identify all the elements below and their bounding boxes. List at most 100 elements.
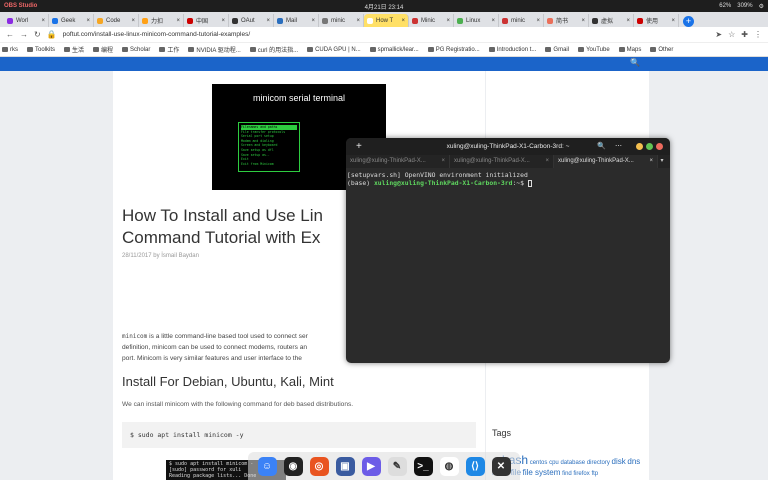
clock[interactable]: 4月21日 23:14 — [0, 2, 768, 11]
tab-close-icon[interactable]: × — [356, 18, 360, 24]
browser-tab[interactable]: Code × — [94, 14, 139, 27]
back-icon[interactable]: ← — [6, 30, 14, 39]
tab-close-icon[interactable]: × — [176, 18, 180, 24]
url-field[interactable]: poftut.com/install-use-linux-minicom-com… — [63, 31, 710, 38]
new-tab-icon[interactable]: + — [356, 138, 362, 155]
lock-icon[interactable]: 🔒 — [47, 30, 57, 39]
maximize-button[interactable] — [646, 143, 653, 150]
bookmark-item[interactable]: PG Registratio... — [427, 47, 480, 53]
tag-link[interactable]: dns — [627, 457, 640, 466]
browser-tab[interactable]: Linux × — [454, 14, 499, 27]
browser-tab[interactable]: 虚拟 × — [589, 14, 634, 27]
bookmark-item[interactable]: Maps — [618, 47, 641, 53]
bookmark-item[interactable]: curl 的用法指... — [249, 45, 298, 54]
tag-link[interactable]: find — [562, 471, 572, 477]
vm-icon[interactable]: ▣ — [335, 456, 355, 476]
tab-close-icon[interactable]: × — [86, 18, 90, 24]
network-indicator[interactable]: 309% — [737, 3, 752, 10]
tag-link[interactable]: file system — [523, 468, 561, 477]
settings-icon[interactable]: ⚙ — [759, 3, 764, 10]
browser-tab[interactable]: minic × — [319, 14, 364, 27]
share-icon[interactable]: ➤ — [715, 30, 722, 39]
minimize-button[interactable] — [636, 143, 643, 150]
browser-tab[interactable]: 简书 × — [544, 14, 589, 27]
bookmark-item[interactable]: 工作 — [159, 45, 179, 54]
bookmark-item[interactable]: CUDA GPU | N... — [307, 47, 361, 53]
bookmark-item[interactable]: spmallick/lear... — [369, 47, 419, 53]
search-icon[interactable]: 🔍 — [597, 138, 606, 155]
bookmark-item[interactable]: YouTube — [578, 47, 610, 53]
tag-link[interactable]: ftp — [591, 471, 598, 477]
browser-tab[interactable]: Mail × — [274, 14, 319, 27]
close-button[interactable] — [656, 143, 663, 150]
tab-close-icon[interactable]: × — [311, 18, 315, 24]
browser-tab-active[interactable]: How T × — [364, 14, 409, 27]
bookmark-item[interactable]: Toolkits — [27, 47, 55, 53]
bookmark-item[interactable]: Other — [650, 47, 673, 53]
app-grid-icon[interactable]: ✕ — [491, 456, 511, 476]
bookmark-item[interactable]: Gmail — [545, 47, 569, 53]
tab-close-icon[interactable]: × — [491, 18, 495, 24]
tab-close-icon[interactable]: × — [41, 18, 45, 24]
reload-icon[interactable]: ↻ — [34, 30, 41, 39]
tab-close-icon[interactable]: × — [266, 18, 270, 24]
browser-tab-strip: Worl × Geek × Code × 力扣 × 中国 × OAut × Mail × minic × How… — [0, 12, 768, 27]
tag-link[interactable]: directory — [587, 460, 610, 466]
terminal-tab[interactable]: xuling@xuling-ThinkPad-X... × — [346, 155, 450, 168]
tab-close-icon[interactable]: × — [626, 18, 630, 24]
video-icon[interactable]: ▶ — [361, 456, 381, 476]
tab-close-icon[interactable]: × — [401, 18, 405, 24]
ubuntu-icon[interactable]: ◎ — [309, 456, 329, 476]
terminal-output[interactable]: [setupvars.sh] OpenVINO environment init… — [346, 168, 670, 187]
terminal-titlebar[interactable]: + xuling@xuling-ThinkPad-X1-Carbon-3rd: … — [346, 138, 670, 155]
tag-link[interactable]: disk — [612, 457, 626, 466]
vscode-icon[interactable]: ⟨⟩ — [465, 456, 485, 476]
tab-close-icon[interactable]: × — [221, 18, 225, 24]
terminal-tab[interactable]: xuling@xuling-ThinkPad-X... × — [450, 155, 554, 168]
star-icon[interactable]: ☆ — [728, 30, 735, 39]
extensions-icon[interactable]: ✚ — [741, 30, 748, 39]
bookmark-item[interactable]: NVIDIA 驱动程... — [188, 45, 241, 54]
browser-tab[interactable]: Minic × — [409, 14, 454, 27]
terminal-tab-active[interactable]: xuling@xuling-ThinkPad-X... × — [554, 155, 658, 168]
finder-icon[interactable]: ☺ — [257, 456, 277, 476]
github-icon[interactable]: ◉ — [283, 456, 303, 476]
bookmark-item[interactable]: rks — [2, 47, 18, 53]
forward-icon[interactable]: → — [20, 30, 28, 39]
site-search-icon[interactable]: 🔍 — [630, 58, 640, 67]
hamburger-menu-icon[interactable]: ⋯ — [615, 138, 622, 155]
terminal-window[interactable]: + xuling@xuling-ThinkPad-X1-Carbon-3rd: … — [346, 138, 670, 363]
tab-close-icon[interactable]: × — [441, 155, 445, 168]
tag-link[interactable]: centos — [530, 460, 548, 466]
tag-link[interactable]: cpu — [549, 460, 559, 466]
bookmark-item[interactable]: 编程 — [93, 45, 113, 54]
tab-close-icon[interactable]: × — [581, 18, 585, 24]
tag-link[interactable]: firefox — [573, 471, 589, 477]
browser-tab[interactable]: 使用 × — [634, 14, 679, 27]
tab-close-icon[interactable]: × — [536, 18, 540, 24]
tag-link[interactable]: database — [560, 460, 585, 466]
bookmark-item[interactable]: 生活 — [64, 45, 84, 54]
tab-close-icon[interactable]: × — [131, 18, 135, 24]
bookmark-item[interactable]: Scholar — [122, 47, 150, 53]
browser-tab[interactable]: minic × — [499, 14, 544, 27]
terminal-icon[interactable]: >_ — [413, 456, 433, 476]
chrome-icon[interactable]: ◍ — [439, 456, 459, 476]
tab-close-icon[interactable]: × — [545, 155, 549, 168]
browser-tab[interactable]: OAut × — [229, 14, 274, 27]
code-block[interactable]: $ sudo apt install minicom -y — [122, 422, 476, 448]
browser-tab[interactable]: 中国 × — [184, 14, 229, 27]
tab-close-icon[interactable]: × — [649, 155, 653, 168]
tabs-dropdown-icon[interactable]: ▾ — [658, 155, 666, 168]
tab-close-icon[interactable]: × — [446, 18, 450, 24]
menu-icon[interactable]: ⋮ — [754, 30, 762, 39]
bookmark-item[interactable]: Introduction t... — [488, 47, 536, 53]
browser-tab[interactable]: 力扣 × — [139, 14, 184, 27]
notes-icon[interactable]: ✎ — [387, 456, 407, 476]
battery-indicator[interactable]: 62% — [719, 3, 731, 10]
new-tab-button[interactable]: + — [683, 16, 694, 27]
browser-tab[interactable]: Geek × — [49, 14, 94, 27]
browser-tab[interactable]: Worl × — [4, 14, 49, 27]
system-tray[interactable]: 62% 309% ⚙ — [719, 3, 764, 10]
tab-close-icon[interactable]: × — [671, 18, 675, 24]
